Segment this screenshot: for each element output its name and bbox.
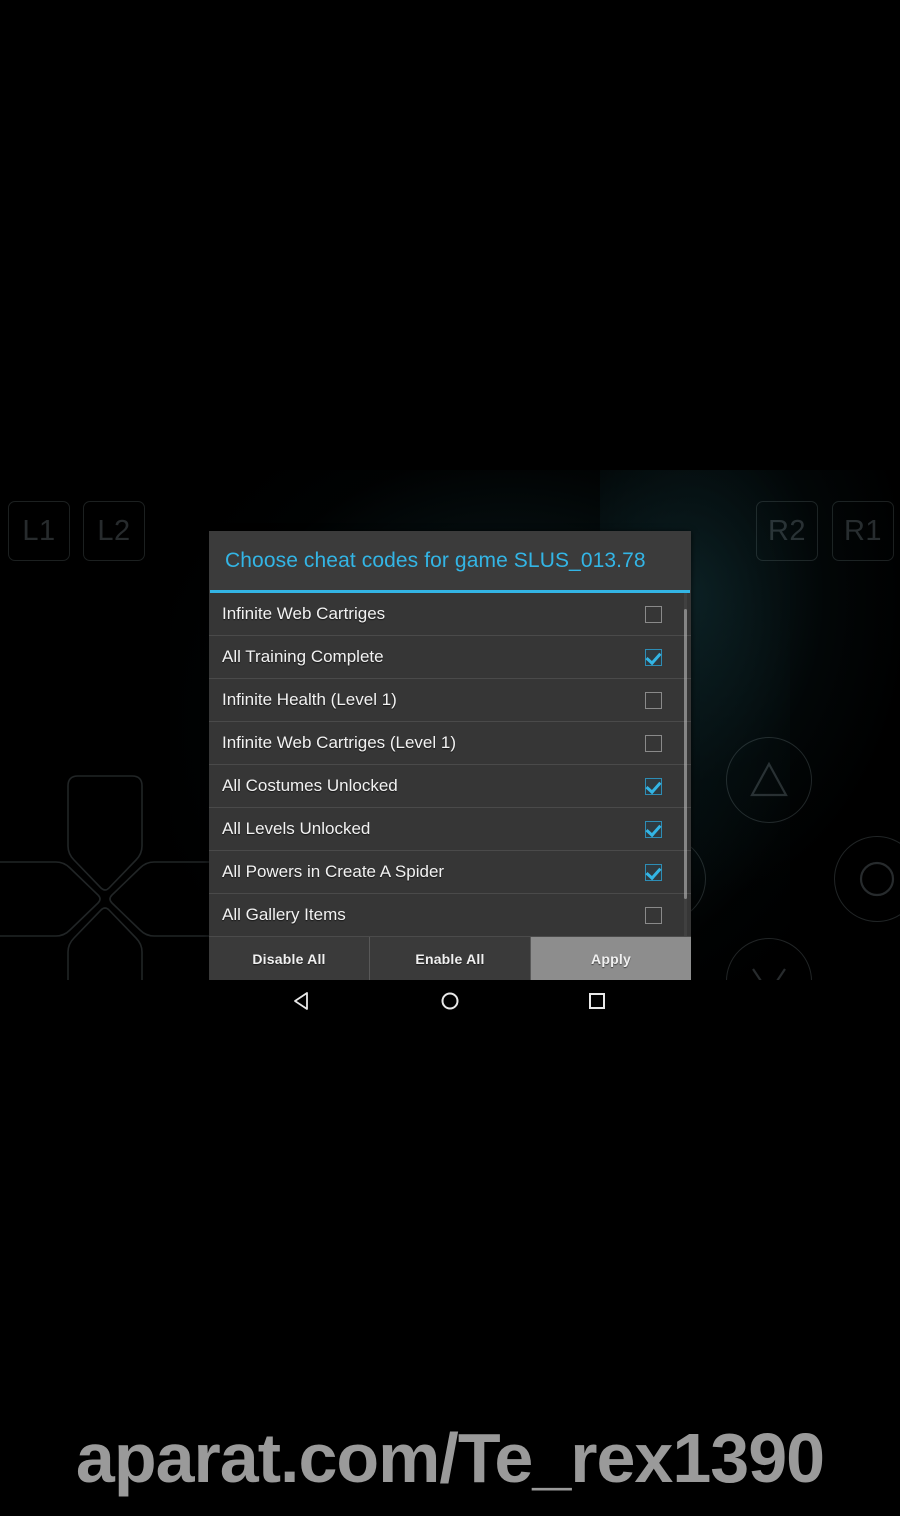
cheat-row[interactable]: Infinite Health (Level 1) bbox=[209, 679, 691, 722]
back-triangle-icon bbox=[294, 992, 309, 1010]
gamepad-button-r1-label: R1 bbox=[843, 514, 883, 547]
cheat-row-label: All Gallery Items bbox=[222, 905, 346, 924]
cheat-row[interactable]: Infinite Web Cartriges (Level 1) bbox=[209, 722, 691, 765]
cheat-row[interactable]: Infinite Web Cartriges bbox=[209, 593, 691, 636]
nav-back-button[interactable] bbox=[292, 990, 314, 1012]
cheat-row[interactable]: All Costumes Unlocked bbox=[209, 765, 691, 808]
checkbox-checked-icon[interactable] bbox=[645, 863, 662, 881]
checkbox-unchecked-icon[interactable] bbox=[645, 605, 662, 623]
disable-all-button[interactable]: Disable All bbox=[209, 937, 370, 980]
cheat-codes-list[interactable]: Infinite Web Cartriges All Training Compl… bbox=[209, 593, 691, 936]
dpad-cross-icon bbox=[0, 775, 220, 993]
cheat-row-label: All Levels Unlocked bbox=[222, 819, 371, 838]
dialog-titlebar: Choose cheat codes for game SLUS_013.78 bbox=[209, 531, 691, 590]
recents-square-icon bbox=[588, 993, 605, 1009]
cheat-row[interactable]: All Powers in Create A Spider bbox=[209, 851, 691, 894]
cheat-row[interactable]: All Levels Unlocked bbox=[209, 808, 691, 851]
checkbox-unchecked-icon[interactable] bbox=[645, 906, 662, 924]
nav-recents-button[interactable] bbox=[586, 990, 608, 1012]
nav-home-button[interactable] bbox=[439, 990, 461, 1012]
checkbox-checked-icon[interactable] bbox=[645, 777, 662, 795]
circle-icon bbox=[859, 861, 895, 897]
checkbox-unchecked-icon[interactable] bbox=[645, 734, 662, 752]
cheat-row-label: Infinite Health (Level 1) bbox=[222, 690, 397, 709]
apply-button[interactable]: Apply bbox=[531, 937, 691, 980]
cheat-row-label: Infinite Web Cartriges (Level 1) bbox=[222, 733, 457, 752]
cheat-row-label: Infinite Web Cartriges bbox=[222, 604, 386, 623]
gamepad-button-r1[interactable]: R1 bbox=[832, 501, 894, 561]
cheat-row-label: All Powers in Create A Spider bbox=[222, 862, 445, 881]
dialog-title: Choose cheat codes for game SLUS_013.78 bbox=[225, 548, 646, 572]
gamepad-button-l2-label: L2 bbox=[97, 514, 131, 547]
gamepad-button-l2[interactable]: L2 bbox=[83, 501, 145, 561]
cheat-codes-dialog: Choose cheat codes for game SLUS_013.78 … bbox=[209, 531, 691, 980]
gamepad-button-circle[interactable] bbox=[834, 836, 900, 922]
cheat-row-label: All Costumes Unlocked bbox=[222, 776, 398, 795]
checkbox-unchecked-icon[interactable] bbox=[645, 691, 662, 709]
checkbox-checked-icon[interactable] bbox=[645, 820, 662, 838]
cheat-row-label: All Training Complete bbox=[222, 647, 384, 666]
dialog-button-bar: Disable All Enable All Apply bbox=[209, 936, 691, 980]
triangle-icon bbox=[750, 761, 788, 797]
gamepad-button-l1[interactable]: L1 bbox=[8, 501, 70, 561]
watermark-text: aparat.com/Te_rex1390 bbox=[75, 1419, 825, 1497]
cheat-row[interactable]: All Gallery Items bbox=[209, 894, 691, 936]
home-circle-icon bbox=[441, 992, 459, 1010]
gamepad-button-l1-label: L1 bbox=[22, 514, 56, 547]
gamepad-button-triangle[interactable] bbox=[726, 737, 812, 823]
gamepad-dpad[interactable] bbox=[0, 758, 220, 993]
gamepad-button-r2[interactable]: R2 bbox=[756, 501, 818, 561]
checkbox-checked-icon[interactable] bbox=[645, 648, 662, 666]
android-navigation-bar bbox=[0, 980, 900, 1022]
gamepad-button-r2-label: R2 bbox=[767, 514, 807, 547]
cheat-row[interactable]: All Training Complete bbox=[209, 636, 691, 679]
emulator-screen: L1 L2 R2 R1 Choose cheat codes for game … bbox=[0, 0, 900, 1020]
enable-all-button[interactable]: Enable All bbox=[370, 937, 531, 980]
list-scrollbar-thumb[interactable] bbox=[684, 609, 687, 899]
